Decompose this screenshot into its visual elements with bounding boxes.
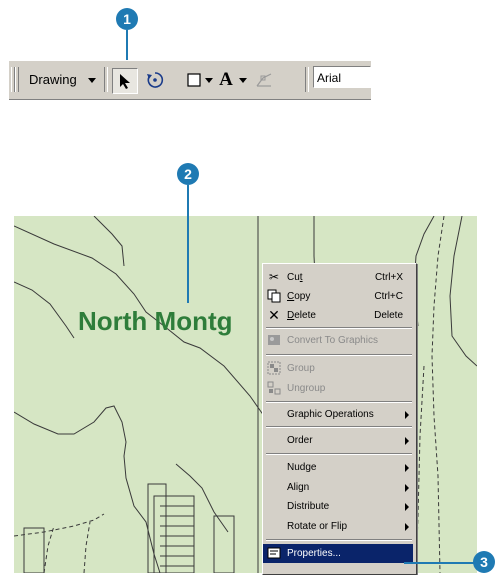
menu-separator — [266, 453, 412, 455]
submenu-arrow-icon — [405, 503, 409, 511]
callout-3-leader — [404, 562, 476, 564]
context-menu: ✂ Cut Ctrl+X Copy Ctrl+C ✕ Delete Delete… — [262, 263, 417, 575]
menu-separator — [266, 401, 412, 403]
edit-vertices-button[interactable] — [253, 68, 275, 92]
menu-item-nudge[interactable]: Nudge — [263, 458, 413, 477]
drawing-toolbar: Drawing A Arial — [9, 60, 371, 100]
toolbar-separator — [104, 67, 108, 92]
menu-separator — [266, 539, 412, 541]
menu-item-copy[interactable]: Copy Ctrl+C — [263, 287, 413, 306]
toolbar-grip-2 — [15, 67, 19, 92]
select-elements-button[interactable] — [112, 68, 138, 94]
new-text-button[interactable]: A — [217, 68, 235, 92]
copy-icon — [266, 288, 282, 304]
menu-separator — [266, 354, 412, 356]
callout-2-leader — [187, 216, 189, 303]
submenu-arrow-icon — [405, 464, 409, 472]
delete-x-icon: ✕ — [268, 306, 280, 323]
menu-item-align[interactable]: Align — [263, 478, 413, 497]
text-A-icon: A — [219, 69, 233, 90]
menu-item-rotate-or-flip[interactable]: Rotate or Flip — [263, 517, 413, 536]
drawing-dropdown-arrow-icon[interactable] — [85, 68, 99, 92]
menu-item-ungroup[interactable]: Ungroup — [263, 379, 413, 398]
group-icon — [266, 360, 282, 376]
scissors-icon: ✂ — [268, 270, 280, 284]
delete-shortcut: Delete — [374, 310, 403, 321]
convert-graphics-icon — [266, 332, 282, 348]
cut-shortcut: Ctrl+X — [374, 272, 403, 283]
rotate-icon — [147, 72, 164, 88]
rectangle-icon — [187, 73, 201, 87]
menu-item-order[interactable]: Order — [263, 431, 413, 450]
text-dropdown-arrow-icon[interactable] — [237, 68, 249, 92]
callout-1-leader — [126, 30, 128, 64]
select-pointer-icon — [120, 74, 130, 89]
menu-item-convert-to-graphics[interactable]: Convert To Graphics — [263, 331, 413, 350]
font-name-combo[interactable]: Arial — [313, 66, 371, 88]
menu-item-properties[interactable]: Properties... — [263, 544, 413, 563]
toolbar-separator-2 — [305, 67, 309, 92]
callout-2-leader-top — [187, 185, 189, 216]
ungroup-icon — [266, 380, 282, 396]
edit-vertices-icon — [256, 73, 272, 87]
callout-3: 3 — [473, 551, 495, 573]
menu-separator — [266, 426, 412, 428]
menu-item-group[interactable]: Group — [263, 359, 413, 378]
new-rectangle-button[interactable] — [185, 68, 203, 92]
menu-item-cut[interactable]: ✂ Cut Ctrl+X — [263, 268, 413, 287]
drawing-menu-label[interactable]: Drawing — [29, 72, 77, 87]
submenu-arrow-icon — [405, 411, 409, 419]
rectangle-dropdown-arrow-icon[interactable] — [203, 68, 215, 92]
submenu-arrow-icon — [405, 437, 409, 445]
menu-item-distribute[interactable]: Distribute — [263, 497, 413, 516]
submenu-arrow-icon — [405, 484, 409, 492]
submenu-arrow-icon — [405, 523, 409, 531]
menu-item-graphic-operations[interactable]: Graphic Operations — [263, 405, 413, 424]
copy-shortcut: Ctrl+C — [374, 291, 403, 302]
menu-separator — [266, 327, 412, 329]
callout-2: 2 — [177, 163, 199, 185]
rotate-button[interactable] — [143, 68, 167, 92]
callout-1: 1 — [116, 8, 138, 30]
menu-item-delete[interactable]: ✕ Delete Delete — [263, 306, 413, 325]
properties-icon — [266, 545, 282, 561]
map-label-text[interactable]: North Montg — [78, 306, 233, 337]
